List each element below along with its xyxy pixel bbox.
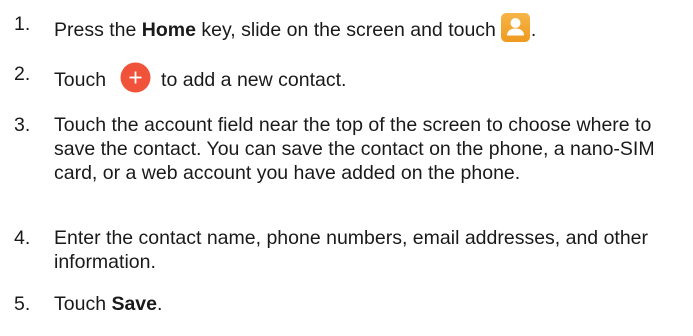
step-1: 1. Press the Home key, slide on the scre… bbox=[14, 12, 683, 43]
step-text-before: Press the bbox=[54, 19, 142, 41]
step-5: 5. Touch Save. bbox=[14, 292, 683, 316]
step-text: Touch Save. bbox=[54, 292, 683, 316]
step-2: 2. Touch to add a new contact. bbox=[14, 62, 683, 93]
add-contact-plus-icon bbox=[120, 62, 151, 93]
save-label: Save bbox=[111, 293, 157, 315]
step-number: 1. bbox=[14, 13, 31, 35]
step-number: 5. bbox=[14, 293, 31, 315]
step-text: Touch the account field near the top of … bbox=[54, 114, 655, 184]
home-key-label: Home bbox=[141, 19, 196, 41]
step-text: Press the Home key, slide on the screen … bbox=[54, 12, 683, 43]
step-text: Touch to add a new contact. bbox=[54, 62, 683, 93]
instruction-document: 1. Press the Home key, slide on the scre… bbox=[0, 0, 693, 336]
contacts-app-icon bbox=[500, 12, 531, 43]
step-text-end: . bbox=[530, 19, 537, 41]
step-number: 4. bbox=[14, 227, 31, 249]
step-4: 4. Enter the contact name, phone numbers… bbox=[14, 226, 683, 274]
step-text-before: Touch bbox=[54, 293, 112, 315]
step-text-before: Touch bbox=[54, 69, 107, 91]
step-text: Enter the contact name, phone numbers, e… bbox=[54, 227, 649, 273]
step-text-end: . bbox=[157, 293, 163, 315]
step-number: 3. bbox=[14, 114, 31, 136]
step-text-after: to add a new contact. bbox=[161, 69, 347, 91]
step-number: 2. bbox=[14, 63, 31, 85]
step-text-after: key, slide on the screen and touch bbox=[195, 19, 496, 41]
step-3: 3. Touch the account field near the top … bbox=[14, 113, 683, 185]
